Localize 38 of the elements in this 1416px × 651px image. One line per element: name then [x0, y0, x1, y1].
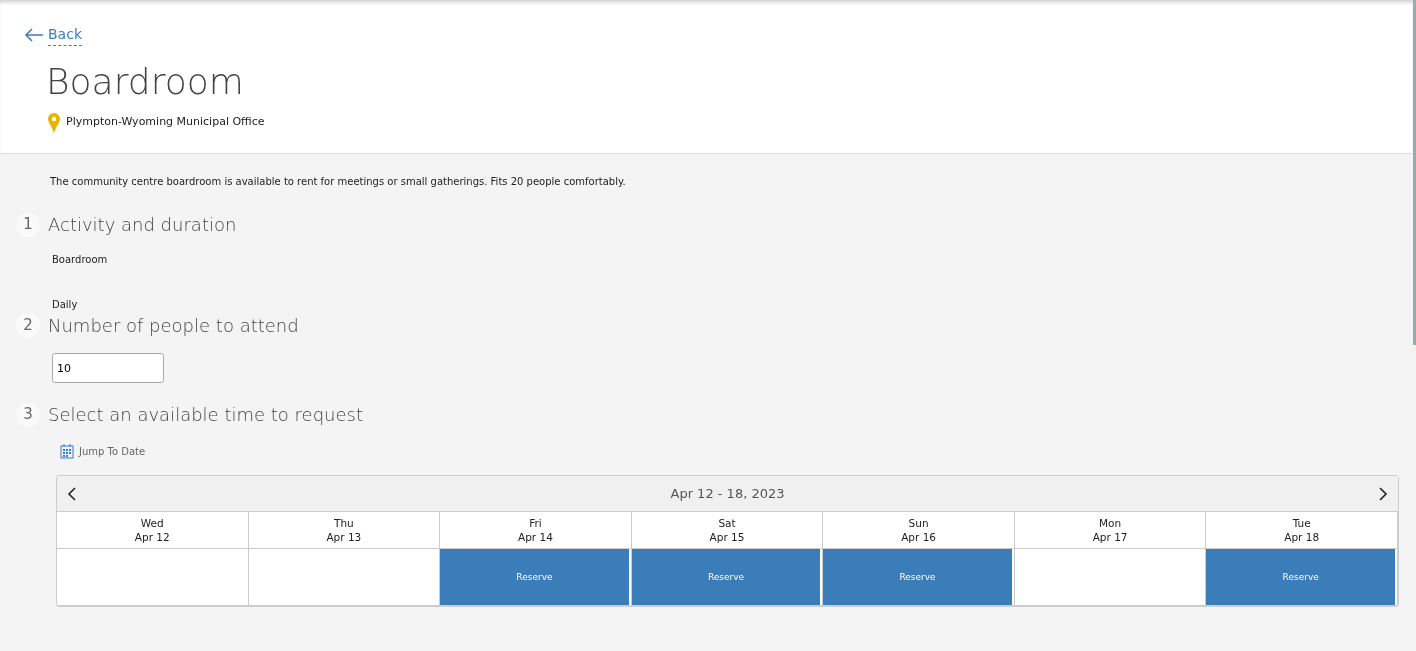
date-range-text: Apr 12 - 18, 2023 [670, 484, 785, 503]
previous-week-button[interactable] [65, 484, 79, 503]
description-text: The community centre boardroom is available to rent for meetings or small gatherings. Fits 20 people comfortably. [50, 175, 627, 189]
step-heading: Number of people to attend [48, 314, 299, 338]
step-heading: Select an available time to request [48, 403, 363, 427]
calendar-icon [60, 444, 74, 459]
reserve-button[interactable]: Reserve [1206, 549, 1397, 606]
weekday-text: Wed [139, 516, 165, 531]
step-heading: Activity and duration [48, 213, 237, 237]
weekday-text: Fri [528, 516, 543, 531]
weekday-text: Sat [717, 516, 737, 531]
weekday-text: Tue [1291, 516, 1312, 531]
next-week-button[interactable] [1376, 484, 1390, 503]
date-text: Apr 13 [325, 530, 363, 545]
weekday-text: Mon [1098, 516, 1123, 531]
weekday-text: Thu [333, 516, 355, 531]
date-text: Apr 12 [133, 530, 171, 545]
page-title: Boardroom [46, 59, 245, 103]
step-number: 3 [16, 402, 40, 427]
date-text: Apr 16 [900, 530, 937, 545]
date-text: Apr 14 [517, 530, 554, 545]
date-text: Apr 15 [708, 530, 746, 545]
map-pin-icon [48, 112, 60, 133]
jump-to-date-button[interactable]: Jump To Date [60, 444, 146, 459]
weekday-text: Sun [907, 516, 930, 531]
date-text: Apr 17 [1091, 530, 1129, 545]
step-detail-text: Boardroom [52, 253, 109, 267]
reserve-button[interactable]: Reserve [631, 549, 823, 606]
location-text: Plympton-Wyoming Municipal Office [66, 114, 265, 131]
number-field[interactable]: 10 [52, 353, 164, 383]
date-text: Apr 18 [1283, 530, 1321, 545]
step-number: 1 [16, 212, 40, 237]
step-number: 2 [16, 313, 40, 338]
back-link[interactable]: Back [24, 24, 82, 46]
reserve-button[interactable]: Reserve [823, 549, 1014, 606]
left-arrow-icon [24, 28, 44, 42]
reserve-button[interactable]: Reserve [440, 549, 631, 606]
step-detail-text: Daily [52, 298, 79, 312]
